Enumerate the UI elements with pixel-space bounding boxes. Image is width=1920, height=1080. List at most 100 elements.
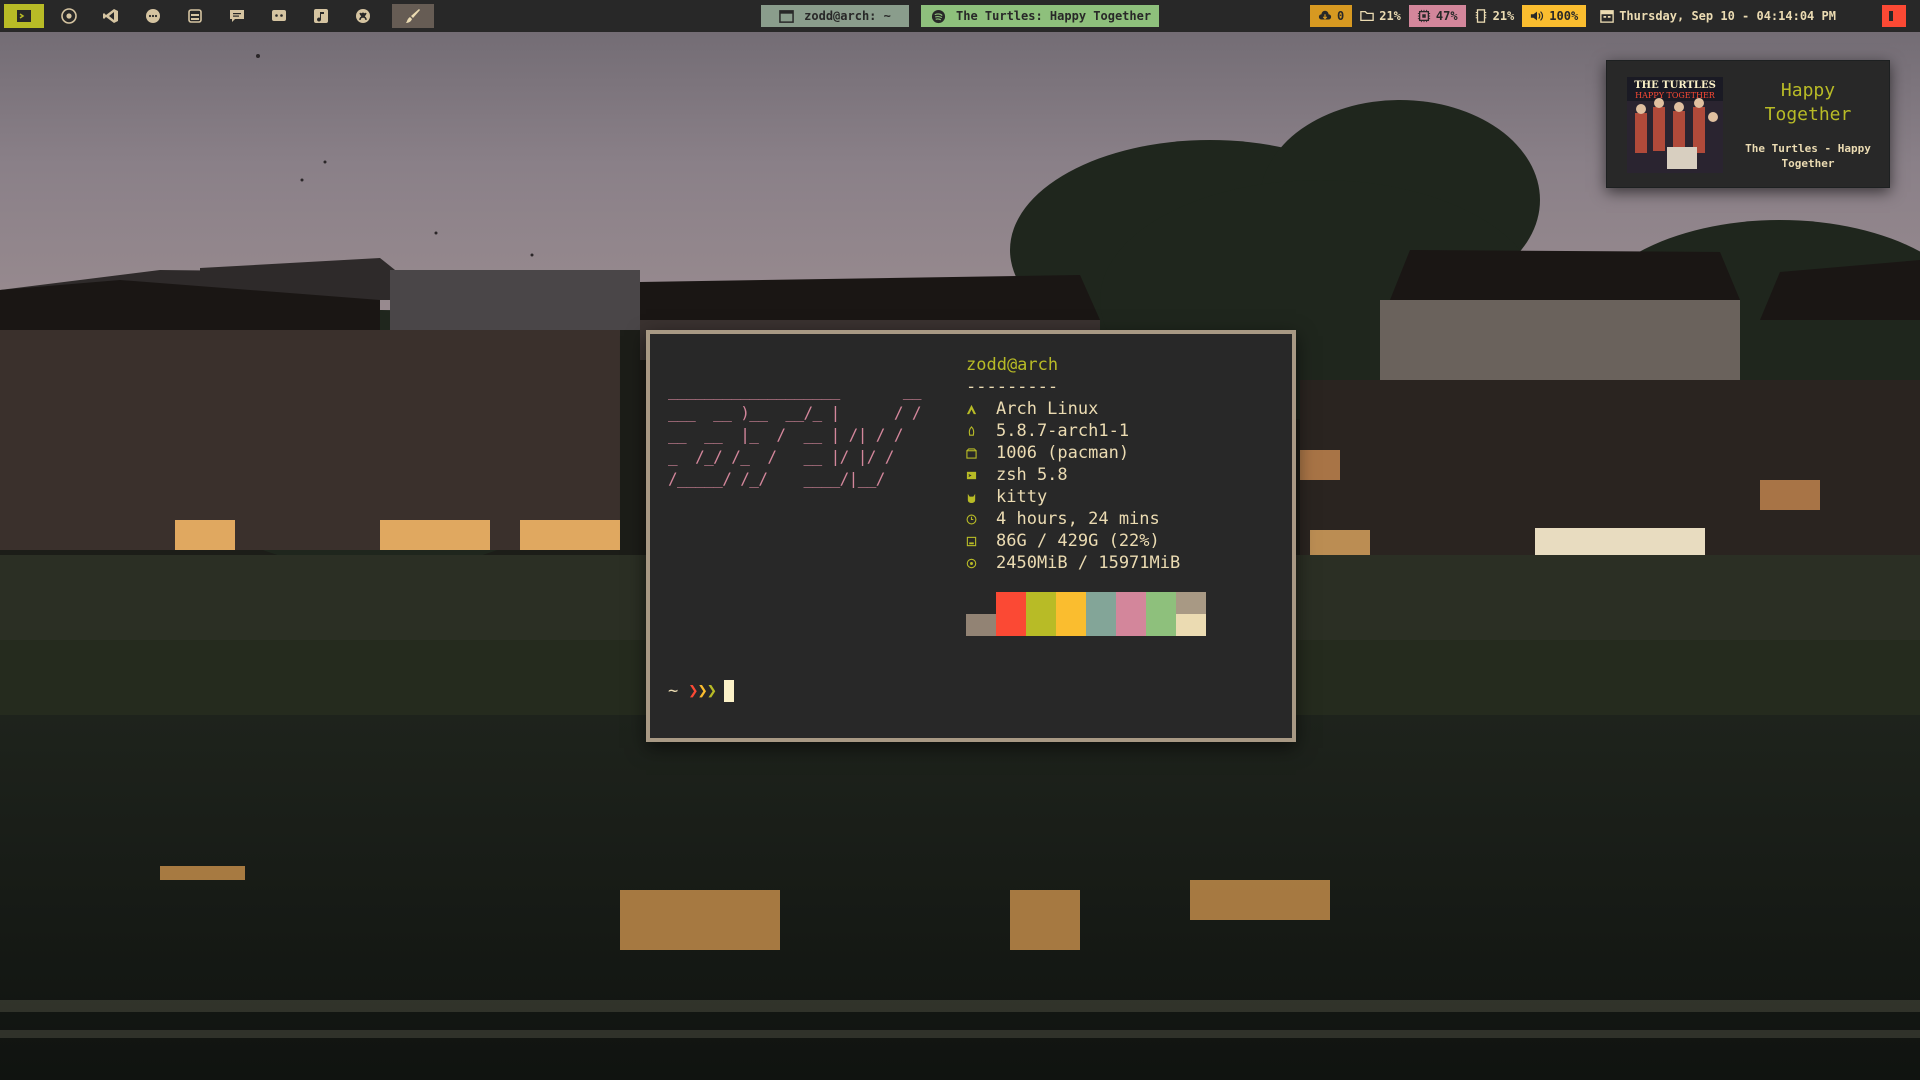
updates-module[interactable]: 0 xyxy=(1310,5,1353,27)
task-spotify-label: The Turtles: Happy Together xyxy=(956,9,1152,23)
cloud-download-icon xyxy=(1318,10,1332,20)
archive-icon xyxy=(188,9,202,23)
neofetch-ascii-logo: ___________________ __ ___ __ )__ __/_ |… xyxy=(668,381,922,488)
swatch-bright xyxy=(1146,614,1176,636)
palette-swatch xyxy=(1176,592,1206,636)
vscode-launcher[interactable] xyxy=(90,4,132,28)
clock-module[interactable]: Thursday, Sep 10 - 04:14:04 PM xyxy=(1586,5,1844,27)
terminal-value: kitty xyxy=(996,487,1048,507)
task-terminal-label: zodd@arch: ~ xyxy=(804,9,891,23)
shell-icon xyxy=(966,470,996,481)
notification-body: The Turtles - Happy Together xyxy=(1745,142,1871,170)
notes-icon xyxy=(230,10,244,22)
palette-swatch xyxy=(1116,592,1146,636)
spotify-icon xyxy=(931,9,946,23)
text-cursor xyxy=(724,680,734,702)
prompt-arrows: ❯❯❯ xyxy=(688,681,717,701)
os-value: Arch Linux xyxy=(996,399,1099,419)
cpu-icon xyxy=(1417,9,1431,23)
updates-count: 0 xyxy=(1337,9,1345,23)
palette-swatch xyxy=(1056,592,1086,636)
separator-line: --------- xyxy=(966,377,1059,397)
color-palette xyxy=(966,592,1206,636)
uptime-value: 4 hours, 24 mins xyxy=(996,509,1160,529)
cover-album-text: HAPPY TOGETHER xyxy=(1635,91,1715,100)
volume-icon xyxy=(1531,11,1544,21)
arch-icon xyxy=(966,404,996,415)
terminal-icon xyxy=(17,10,31,22)
swatch-bright xyxy=(1086,614,1116,636)
chat-launcher[interactable] xyxy=(132,4,174,28)
clock-icon xyxy=(966,514,996,525)
prompt-arrow-glyph: ❯ xyxy=(688,681,698,701)
notes-launcher[interactable] xyxy=(216,4,258,28)
discord-chat-icon xyxy=(146,9,160,23)
memory-value: 2450MiB / 15971MiB xyxy=(996,553,1181,573)
discord-icon xyxy=(272,10,286,21)
shell-value: zsh 5.8 xyxy=(996,465,1068,485)
terminal-window-icon xyxy=(779,9,794,23)
info-terminal: kitty xyxy=(966,486,1180,508)
info-packages: 1006 (pacman) xyxy=(966,442,1180,464)
disk-module[interactable]: 21% xyxy=(1352,5,1409,27)
cat-icon xyxy=(966,492,996,503)
task-spotify[interactable]: The Turtles: Happy Together xyxy=(921,5,1159,27)
chromium-icon xyxy=(61,8,77,24)
disk-value: 86G / 429G (22%) xyxy=(996,531,1160,551)
neofetch-info: zodd@arch --------- Arch Linux 5.8.7-arc… xyxy=(966,354,1180,574)
prompt-cwd: ~ xyxy=(668,681,679,701)
swatch-bright xyxy=(1176,614,1206,636)
swatch-bright xyxy=(966,614,996,636)
palette-swatch xyxy=(1026,592,1056,636)
music-icon xyxy=(314,9,328,23)
info-os: Arch Linux xyxy=(966,398,1180,420)
launcher-group xyxy=(4,4,434,28)
power-button[interactable] xyxy=(1882,5,1906,27)
swatch-bright xyxy=(1116,614,1146,636)
prompt-arrow-glyph: ❯ xyxy=(697,681,708,701)
kernel-value: 5.8.7-arch1-1 xyxy=(996,421,1130,441)
top-panel: zodd@arch: ~ The Turtles: Happy Together… xyxy=(0,0,1920,32)
disk-usage: 21% xyxy=(1379,9,1401,23)
swatch-bright xyxy=(996,614,1026,636)
swatch-normal xyxy=(1086,592,1116,614)
cpu-module[interactable]: 47% xyxy=(1408,5,1466,27)
palette-swatch xyxy=(966,592,996,636)
status-modules: 0 21% 47% 21% 100% Thursday, Sep 10 - 04… xyxy=(1310,5,1844,27)
volume-module[interactable]: 100% xyxy=(1522,5,1587,27)
swatch-normal xyxy=(1026,592,1056,614)
info-memory: 2450MiB / 15971MiB xyxy=(966,552,1180,574)
terminal-launcher[interactable] xyxy=(4,4,44,28)
swatch-normal xyxy=(996,592,1026,614)
chromium-launcher[interactable] xyxy=(48,4,90,28)
archive-launcher[interactable] xyxy=(174,4,216,28)
palette-swatch xyxy=(1146,592,1176,636)
memory-icon xyxy=(1475,9,1486,23)
paint-launcher[interactable] xyxy=(392,4,434,28)
info-shell: zsh 5.8 xyxy=(966,464,1180,486)
memory-module[interactable]: 21% xyxy=(1466,5,1523,27)
disk-icon xyxy=(966,536,996,547)
task-terminal[interactable]: zodd@arch: ~ xyxy=(761,5,909,27)
folder-icon xyxy=(1360,10,1375,22)
swatch-normal xyxy=(966,592,996,614)
palette-swatch xyxy=(996,592,1026,636)
discord-launcher[interactable] xyxy=(258,4,300,28)
shell-prompt[interactable]: ~ ❯❯❯ xyxy=(668,680,734,702)
vscode-icon xyxy=(103,9,118,23)
user-host: zodd@arch xyxy=(966,355,1059,375)
github-launcher[interactable] xyxy=(342,4,384,28)
cover-band-text: THE TURTLES xyxy=(1634,80,1716,91)
github-icon xyxy=(356,9,370,23)
swatch-bright xyxy=(1056,614,1086,636)
info-kernel: 5.8.7-arch1-1 xyxy=(966,420,1180,442)
clock-text: Thursday, Sep 10 - 04:14:04 PM xyxy=(1619,9,1836,23)
music-launcher[interactable] xyxy=(300,4,342,28)
memory-chip-icon xyxy=(966,558,996,569)
info-uptime: 4 hours, 24 mins xyxy=(966,508,1180,530)
terminal-window[interactable]: ___________________ __ ___ __ )__ __/_ |… xyxy=(646,330,1296,742)
music-notification[interactable]: THE TURTLES HAPPY TOGETHER Happy Togethe… xyxy=(1606,60,1890,188)
package-icon xyxy=(966,447,996,459)
calendar-icon xyxy=(1600,10,1614,23)
swatch-normal xyxy=(1116,592,1146,614)
